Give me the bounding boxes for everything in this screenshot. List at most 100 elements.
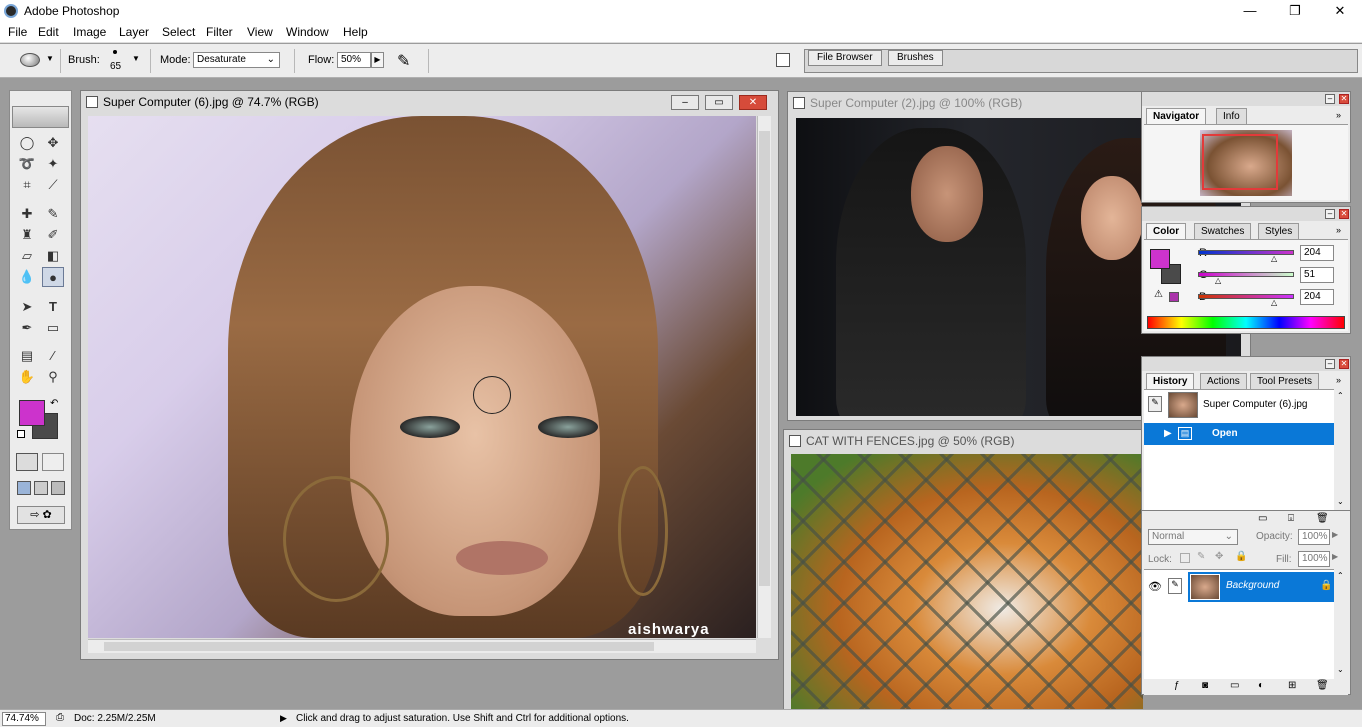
clone-stamp-tool-icon[interactable]: ♜ — [16, 225, 38, 245]
swap-colors-icon[interactable]: ↶ — [50, 398, 58, 409]
tab-actions[interactable]: Actions — [1200, 373, 1247, 389]
gamut-warning-icon[interactable]: ⚠ — [1154, 289, 1163, 300]
panel-menu-icon[interactable]: » — [1336, 225, 1341, 235]
history-brush-tool-icon[interactable]: ✐ — [42, 225, 64, 245]
hand-tool-icon[interactable]: ✋ — [16, 367, 38, 387]
fill-arrow-icon[interactable]: ▶ — [1332, 552, 1338, 561]
tab-history[interactable]: History — [1146, 373, 1195, 389]
toolbox-header-icon[interactable] — [12, 106, 69, 128]
foreground-color-swatch-top[interactable] — [19, 400, 45, 426]
navigator-thumbnail[interactable] — [1200, 130, 1292, 196]
document-window-3[interactable]: CAT WITH FENCES.jpg @ 50% (RGB) — [783, 429, 1143, 712]
panel-close-icon[interactable]: ✕ — [1339, 209, 1349, 219]
standard-mode-icon[interactable] — [16, 453, 38, 471]
portrait-photo-canvas[interactable]: aishwarya — [88, 116, 756, 638]
full-screen-menu-mode-icon[interactable] — [34, 481, 48, 495]
camera-icon[interactable]: ⌻ — [1288, 513, 1294, 524]
vertical-scroll-thumb[interactable] — [759, 131, 770, 586]
mode-select[interactable]: Desaturate ⌄ — [193, 52, 280, 68]
tab-brushes[interactable]: Brushes — [888, 50, 943, 66]
opacity-arrow-icon[interactable]: ▶ — [1332, 530, 1338, 539]
brush-dropdown-icon[interactable]: ▼ — [132, 54, 140, 63]
tab-file-browser[interactable]: File Browser — [808, 50, 882, 66]
panel-minimize-icon[interactable]: – — [1325, 94, 1335, 104]
eyedropper-tool-icon[interactable]: ⁄ — [42, 346, 64, 366]
r-slider[interactable] — [1198, 250, 1294, 255]
tab-tool-presets[interactable]: Tool Presets — [1250, 373, 1320, 389]
tab-info[interactable]: Info — [1216, 108, 1247, 124]
eraser-tool-icon[interactable]: ▱ — [16, 246, 38, 266]
airbrush-icon[interactable]: ✎ — [397, 51, 410, 71]
panel-close-icon[interactable]: ✕ — [1339, 94, 1349, 104]
layers-scrollbar[interactable]: ⌃ ⌄ — [1334, 569, 1348, 679]
doc-info-icon[interactable]: ⎙ — [56, 712, 64, 723]
tab-navigator[interactable]: Navigator — [1146, 108, 1207, 124]
menu-select[interactable]: Select — [162, 25, 195, 39]
menu-view[interactable]: View — [247, 25, 273, 39]
blend-mode-select[interactable]: Normal ⌄ — [1148, 529, 1238, 545]
b-value-input[interactable]: 204 — [1300, 289, 1334, 305]
blur-tool-icon[interactable]: 💧 — [16, 267, 38, 287]
r-slider-handle-icon[interactable]: △ — [1271, 254, 1277, 263]
preset-dropdown-icon[interactable]: ▼ — [46, 54, 54, 63]
gradient-tool-icon[interactable]: ◧ — [42, 246, 64, 266]
tab-color[interactable]: Color — [1146, 223, 1187, 239]
navigator-view-box[interactable] — [1202, 134, 1278, 190]
doc-close-button[interactable]: ✕ — [739, 95, 767, 110]
marquee-tool-icon[interactable]: ◯ — [16, 133, 38, 153]
notes-tool-icon[interactable]: ▤ — [16, 346, 38, 366]
zoom-tool-icon[interactable]: ⚲ — [42, 367, 64, 387]
lasso-tool-icon[interactable]: ➰ — [16, 154, 38, 174]
brush-tool-icon[interactable]: ✎ — [42, 204, 64, 224]
flow-input[interactable]: 50% — [337, 52, 371, 68]
document-window-1[interactable]: Super Computer (6).jpg @ 74.7% (RGB) – ▭… — [80, 90, 779, 660]
brush-preview-icon[interactable] — [113, 50, 117, 54]
doc-minimize-button[interactable]: – — [671, 95, 699, 110]
menu-layer[interactable]: Layer — [119, 25, 149, 39]
horizontal-scroll-thumb[interactable] — [104, 642, 654, 651]
foreground-color-box[interactable] — [1150, 249, 1170, 269]
move-tool-icon[interactable]: ✥ — [42, 133, 64, 153]
fill-input[interactable]: 100% — [1298, 551, 1330, 567]
menu-image[interactable]: Image — [73, 25, 106, 39]
vertical-scrollbar[interactable] — [757, 116, 771, 638]
sponge-tool-icon[interactable]: ● — [42, 267, 64, 287]
opacity-input[interactable]: 100% — [1298, 529, 1330, 545]
color-ramp[interactable] — [1147, 316, 1345, 329]
menu-edit[interactable]: Edit — [38, 25, 59, 39]
delete-layer-icon[interactable]: 🗑 — [1316, 680, 1329, 691]
sponge-tool-preset-icon[interactable] — [20, 53, 40, 67]
menu-file[interactable]: File — [8, 25, 27, 39]
layer-visibility-eye-icon[interactable]: 👁 — [1148, 580, 1162, 593]
menu-filter[interactable]: Filter — [206, 25, 233, 39]
cat-photo-canvas[interactable] — [791, 454, 1143, 712]
doc-maximize-button[interactable]: ▭ — [705, 95, 733, 110]
g-slider[interactable] — [1198, 272, 1294, 277]
horizontal-scrollbar[interactable] — [88, 639, 756, 653]
panel-close-icon[interactable]: ✕ — [1339, 359, 1349, 369]
lock-position-icon[interactable]: ✥ — [1215, 551, 1223, 562]
gamut-color-chip[interactable] — [1169, 292, 1179, 302]
history-brush-source-icon[interactable]: ✎ — [1148, 396, 1162, 412]
zoom-level-input[interactable]: 74.74% — [2, 712, 46, 726]
panel-menu-icon[interactable]: » — [1336, 110, 1341, 120]
b-slider-handle-icon[interactable]: △ — [1271, 298, 1277, 307]
default-colors-icon[interactable] — [17, 430, 25, 438]
lock-all-icon[interactable]: 🔒 — [1235, 551, 1247, 562]
shape-tool-icon[interactable]: ▭ — [42, 318, 64, 338]
quick-mask-mode-icon[interactable] — [42, 453, 64, 471]
history-state-row[interactable]: ▶ ▤ Open — [1144, 423, 1334, 445]
panel-menu-icon[interactable]: » — [1336, 375, 1341, 385]
standard-screen-mode-icon[interactable] — [17, 481, 31, 495]
lock-pixels-icon[interactable]: ✎ — [1197, 551, 1205, 562]
jump-to-imageready-icon[interactable]: ⇨ ✿ — [17, 506, 65, 524]
crop-tool-icon[interactable]: ⌗ — [16, 175, 38, 195]
status-arrow-icon[interactable]: ▶ — [280, 713, 287, 724]
b-slider[interactable] — [1198, 294, 1294, 299]
new-layer-icon[interactable]: ⊞ — [1288, 680, 1296, 691]
minimize-button[interactable]: — — [1230, 2, 1270, 20]
full-screen-mode-icon[interactable] — [51, 481, 65, 495]
menu-help[interactable]: Help — [343, 25, 368, 39]
path-selection-tool-icon[interactable]: ➤ — [16, 297, 38, 317]
flow-slider-arrow-icon[interactable]: ▶ — [371, 52, 384, 68]
